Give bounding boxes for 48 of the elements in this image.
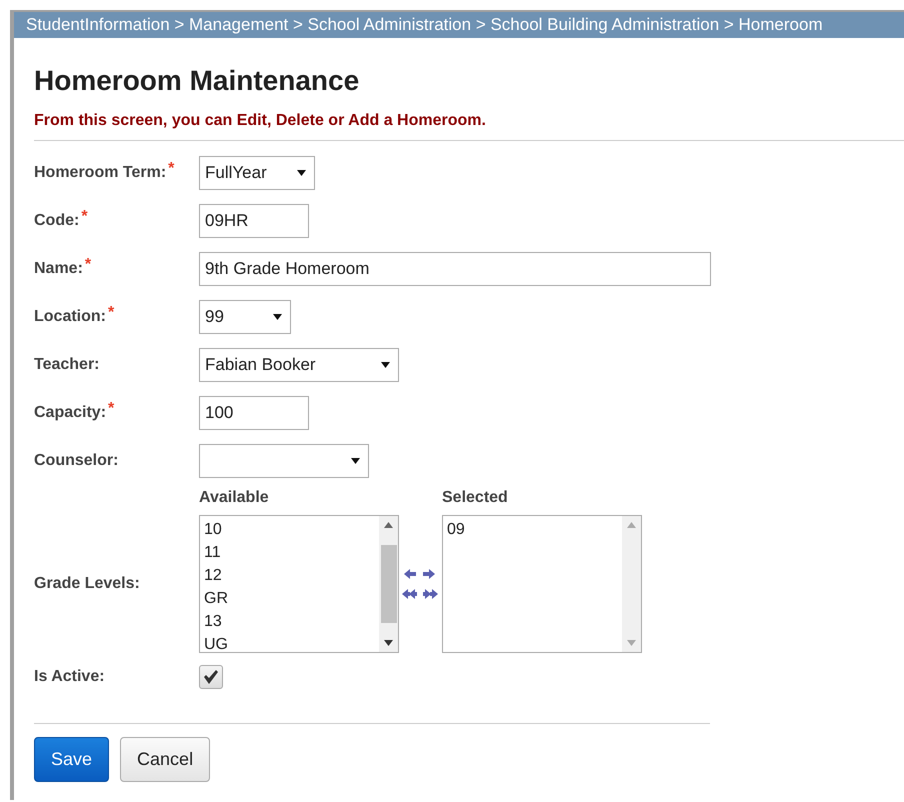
field-label: Is Active:	[34, 668, 105, 686]
caret-icon	[351, 458, 360, 464]
list-item[interactable]: GR	[204, 587, 375, 610]
dropdown[interactable]: Fabian Booker	[199, 348, 399, 382]
page-subtitle: From this screen, you can Edit, Delete or Add a Homeroom.	[34, 112, 487, 130]
list-item[interactable]: 09	[447, 518, 618, 541]
double-arrow-left-icon[interactable]	[402, 588, 418, 600]
list-item[interactable]: 11	[204, 541, 375, 564]
breadcrumb: StudentInformation > Management > School Administration > School Building Administration > Homeroom	[14, 12, 904, 38]
list-item[interactable]: 10	[204, 518, 375, 541]
input-field[interactable]: 100	[199, 396, 309, 430]
required-mark: *	[108, 304, 114, 322]
scroll-down-icon[interactable]	[384, 640, 393, 646]
column-heading: Selected	[442, 489, 509, 507]
field-label: Location:	[34, 308, 106, 326]
caret-icon	[273, 314, 282, 320]
list-box[interactable]: 10 11 12 GR 13 UG	[199, 515, 399, 653]
field-label: Counselor:	[34, 452, 118, 470]
scrollbar-thumb[interactable]	[380, 545, 396, 623]
arrow-left-icon[interactable]	[402, 568, 418, 580]
list-item[interactable]: 12	[204, 564, 375, 587]
scroll-up-icon[interactable]	[384, 522, 393, 528]
required-mark: *	[168, 160, 174, 178]
cancel-button[interactable]: Cancel	[120, 737, 210, 782]
field-label: Homeroom Term:	[34, 164, 166, 182]
dropdown[interactable]: FullYear	[199, 156, 315, 190]
required-mark: *	[81, 208, 88, 226]
list-item[interactable]: 13	[204, 610, 375, 633]
list-box[interactable]: 09	[442, 515, 642, 653]
check-icon	[203, 670, 219, 684]
save-button[interactable]: Save	[34, 737, 110, 782]
field-label: Grade Levels:	[34, 575, 140, 593]
required-mark: *	[84, 256, 92, 274]
field-label: Name:	[34, 260, 83, 278]
checkbox[interactable]	[199, 665, 223, 689]
caret-icon	[297, 170, 306, 176]
column-heading: Available	[199, 489, 270, 507]
field-label: Teacher:	[34, 356, 100, 374]
page-title: Homeroom Maintenance	[34, 64, 360, 98]
caret-icon	[381, 362, 390, 368]
input-field[interactable]: 09HR	[199, 204, 309, 238]
required-mark: *	[108, 400, 114, 418]
field-label: Code:	[34, 212, 80, 230]
field-label: Capacity:	[34, 404, 106, 422]
input-field[interactable]: 9th Grade Homeroom	[199, 252, 711, 286]
double-arrow-right-icon[interactable]	[423, 588, 440, 600]
dropdown[interactable]: 99	[199, 300, 291, 334]
list-item[interactable]: UG	[204, 633, 375, 656]
